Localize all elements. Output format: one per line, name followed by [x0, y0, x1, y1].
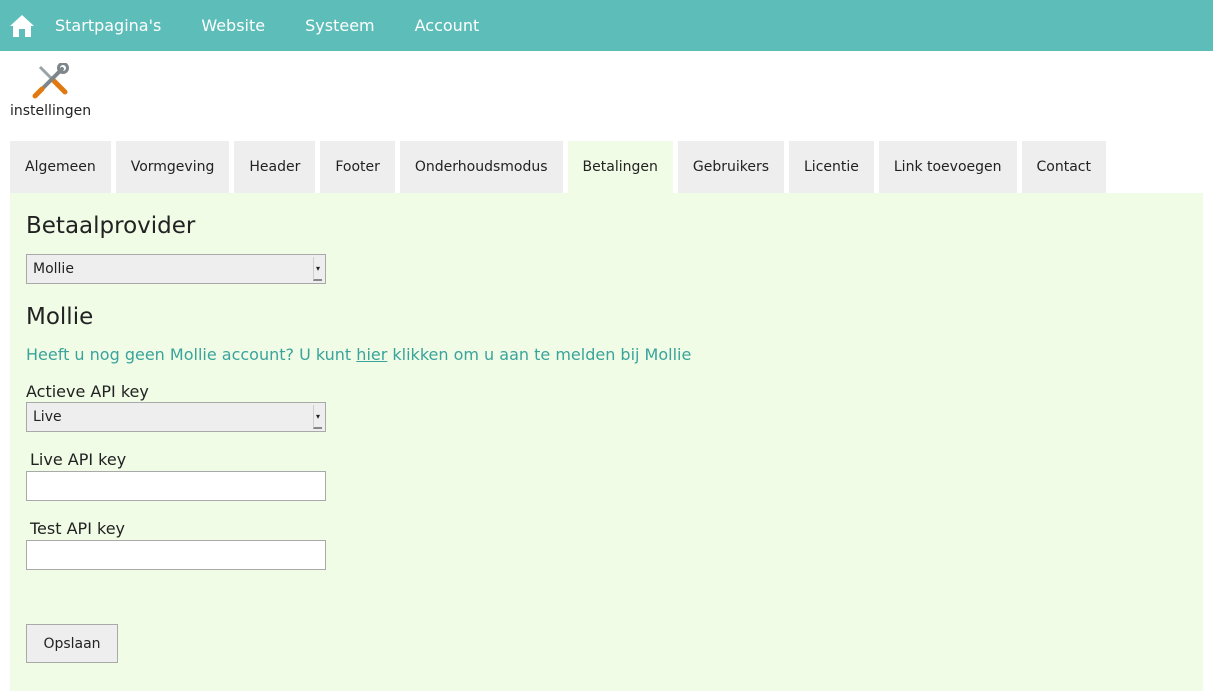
- test-key-label: Test API key: [30, 519, 125, 538]
- chevron-down-icon: ▾: [313, 405, 322, 429]
- tools-icon: [32, 62, 70, 101]
- chevron-down-icon: ▾: [313, 257, 322, 281]
- nav-account[interactable]: Account: [415, 16, 480, 35]
- mollie-info-text: Heeft u nog geen Mollie account? U kunt …: [26, 345, 1187, 364]
- active-key-select-value: Live: [33, 409, 62, 425]
- provider-select-value: Mollie: [33, 261, 74, 277]
- settings-tabs: Algemeen Vormgeving Header Footer Onderh…: [10, 141, 1213, 193]
- tab-vormgeving[interactable]: Vormgeving: [115, 141, 230, 193]
- info-text-before: Heeft u nog geen Mollie account? U kunt: [26, 345, 357, 364]
- active-key-select[interactable]: Live ▾: [26, 402, 326, 432]
- provider-select[interactable]: Mollie ▾: [26, 254, 326, 284]
- tab-onderhoudsmodus[interactable]: Onderhoudsmodus: [399, 141, 563, 193]
- save-button[interactable]: Opslaan: [26, 624, 118, 663]
- active-key-label: Actieve API key: [26, 382, 149, 401]
- test-key-input[interactable]: [26, 540, 326, 570]
- info-text-after: klikken om u aan te melden bij Mollie: [387, 345, 692, 364]
- nav-website[interactable]: Website: [201, 16, 265, 35]
- tab-link-toevoegen[interactable]: Link toevoegen: [878, 141, 1017, 193]
- provider-title: Betaalprovider: [26, 213, 196, 239]
- tab-algemeen[interactable]: Algemeen: [10, 141, 111, 193]
- top-nav-bar: Startpagina's Website Systeem Account: [0, 0, 1213, 51]
- payments-panel: Betaalprovider Mollie ▾ Mollie Heeft u n…: [10, 193, 1203, 691]
- tab-header[interactable]: Header: [234, 141, 316, 193]
- home-icon[interactable]: [9, 13, 35, 39]
- tab-betalingen[interactable]: Betalingen: [567, 141, 673, 193]
- nav-startpaginas[interactable]: Startpagina's: [55, 16, 161, 35]
- live-key-input[interactable]: [26, 471, 326, 501]
- mollie-title: Mollie: [26, 304, 94, 330]
- signup-link[interactable]: hier: [356, 345, 387, 364]
- live-key-label: Live API key: [30, 450, 127, 469]
- page-title: instellingen: [10, 103, 92, 119]
- page-header: instellingen: [0, 51, 1213, 129]
- tab-contact[interactable]: Contact: [1021, 141, 1106, 193]
- tab-licentie[interactable]: Licentie: [789, 141, 874, 193]
- nav-systeem[interactable]: Systeem: [305, 16, 375, 35]
- tab-footer[interactable]: Footer: [320, 141, 395, 193]
- tab-gebruikers[interactable]: Gebruikers: [677, 141, 784, 193]
